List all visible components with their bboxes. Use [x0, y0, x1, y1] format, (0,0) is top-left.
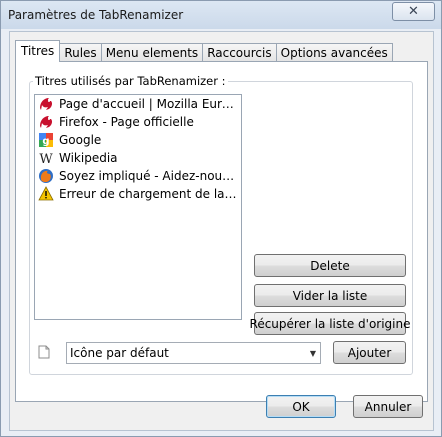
svg-text:W: W: [39, 152, 53, 166]
list-item-label: Erreur de chargement de la page: [59, 187, 239, 201]
blank-page-icon: [38, 345, 50, 362]
title-bar[interactable]: Paramètres de TabRenamizer ✕: [1, 1, 441, 29]
close-icon: ✕: [408, 4, 419, 19]
list-item[interactable]: Soyez impliqué - Aidez-nous à di...: [35, 167, 241, 185]
tab-strip: Titres Rules Menu elements Raccourcis Op…: [15, 40, 393, 62]
add-button[interactable]: Ajouter: [333, 341, 406, 364]
restore-list-button[interactable]: Récupérer la liste d'origine: [250, 312, 411, 335]
list-item-label: Page d'accueil | Mozilla Europe: [59, 97, 239, 111]
firefox-red-icon: [38, 114, 54, 130]
chevron-down-icon: ▼: [309, 349, 316, 358]
tab-titres[interactable]: Titres: [15, 40, 61, 62]
close-button[interactable]: ✕: [392, 2, 435, 21]
window-title: Paramètres de TabRenamizer: [8, 8, 184, 22]
warning-icon: [38, 186, 54, 202]
list-item-label: Google: [59, 133, 102, 147]
list-item-label: Wikipedia: [59, 151, 118, 165]
settings-window: Paramètres de TabRenamizer ✕ Titres Rule…: [0, 0, 442, 437]
list-item[interactable]: W Wikipedia: [35, 149, 241, 167]
list-item-label: Soyez impliqué - Aidez-nous à di...: [59, 169, 239, 183]
list-item[interactable]: Page d'accueil | Mozilla Europe: [35, 95, 241, 113]
clear-list-button[interactable]: Vider la liste: [254, 284, 406, 307]
ok-button[interactable]: OK: [266, 395, 336, 418]
tab-raccourcis[interactable]: Raccourcis: [203, 43, 277, 62]
list-item[interactable]: Firefox - Page officielle: [35, 113, 241, 131]
firefox-red-icon: [38, 96, 54, 112]
icon-select[interactable]: Icône par défaut ▼: [66, 342, 321, 364]
list-item[interactable]: g Google: [35, 131, 241, 149]
list-item[interactable]: Erreur de chargement de la page: [35, 185, 241, 203]
google-icon: g: [38, 132, 54, 148]
cancel-button[interactable]: Annuler: [353, 395, 423, 418]
icon-select-value: Icône par défaut: [70, 346, 169, 360]
titles-listbox[interactable]: Page d'accueil | Mozilla Europe Firefox …: [34, 94, 242, 320]
firefox-icon: [38, 168, 54, 184]
titles-group-label: Titres utilisés par TabRenamizer :: [33, 74, 228, 88]
tab-rules[interactable]: Rules: [60, 43, 102, 62]
svg-text:g: g: [42, 136, 49, 147]
tab-options-avancees[interactable]: Options avancées: [276, 43, 393, 62]
tab-menu-elements[interactable]: Menu elements: [101, 43, 204, 62]
delete-button[interactable]: Delete: [254, 254, 406, 277]
list-item-label: Firefox - Page officielle: [59, 115, 194, 129]
wikipedia-icon: W: [38, 150, 54, 166]
